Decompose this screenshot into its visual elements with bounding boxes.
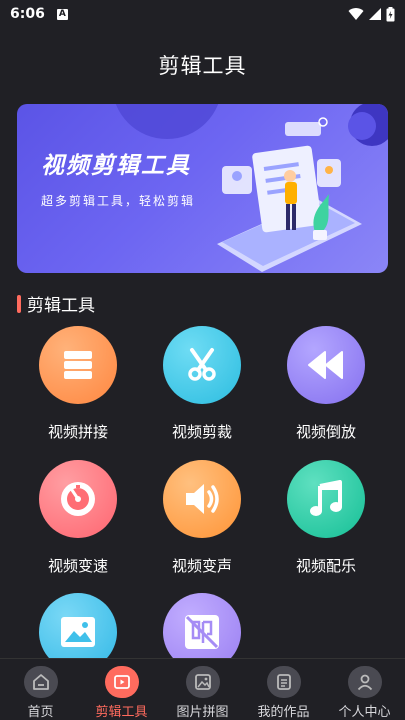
tab-icon-bg	[185, 666, 220, 698]
signal-icon	[369, 8, 381, 20]
list-icon	[64, 351, 92, 379]
home-icon	[32, 674, 49, 690]
status-bar: 6:06 A	[0, 0, 405, 28]
tool-icon-bg	[163, 326, 241, 404]
tool-video-music[interactable]: 视频配乐	[264, 460, 388, 576]
image-icon	[194, 674, 211, 690]
tool-label: 视频配乐	[295, 557, 356, 575]
status-time: 6:06	[10, 6, 45, 22]
bottom-tab-bar: 首页 剪辑工具 图片拼图 我的作品 个人中心	[0, 658, 405, 720]
tab-icon-bg	[347, 666, 382, 698]
notification-icon: A	[56, 8, 68, 20]
tool-icon-bg	[163, 460, 241, 538]
watermark-icon	[185, 615, 219, 649]
video-icon	[113, 675, 130, 689]
tab-icon-bg	[266, 666, 301, 698]
tab-profile[interactable]: 个人中心	[324, 659, 405, 720]
banner-title: 视频剪辑工具	[41, 153, 191, 179]
tab-icon-bg	[104, 666, 139, 698]
banner-subtitle: 超多剪辑工具，轻松剪辑	[41, 194, 196, 208]
banner[interactable]: 视频剪辑工具 超多剪辑工具，轻松剪辑	[17, 104, 388, 273]
speedometer-icon	[61, 482, 95, 516]
tool-icon-bg	[287, 460, 365, 538]
tab-label: 剪辑工具	[95, 705, 148, 720]
image-icon	[61, 617, 95, 647]
tab-label: 首页	[27, 705, 54, 720]
section-accent-bar	[17, 294, 21, 313]
tool-icon-bg	[287, 326, 365, 404]
tab-edit-tools[interactable]: 剪辑工具	[81, 659, 162, 720]
tab-home[interactable]: 首页	[0, 659, 81, 720]
document-icon	[276, 674, 291, 690]
speaker-icon	[186, 484, 219, 514]
wifi-icon	[348, 8, 364, 20]
tab-image-collage[interactable]: 图片拼图	[162, 659, 243, 720]
tab-my-works[interactable]: 我的作品	[243, 659, 324, 720]
tool-label: 视频变声	[171, 557, 232, 575]
tool-video-crop[interactable]: 视频剪裁	[140, 326, 264, 442]
scissors-icon	[188, 348, 216, 381]
rewind-icon	[308, 351, 343, 379]
tool-video-join[interactable]: 视频拼接	[16, 326, 140, 442]
tool-label: 视频变速	[47, 557, 108, 575]
battery-icon	[386, 6, 395, 21]
tool-label: 视频拼接	[47, 423, 108, 441]
music-note-icon	[310, 480, 342, 516]
tool-label: 视频剪裁	[171, 423, 232, 441]
status-indicators	[348, 6, 395, 22]
tab-label: 我的作品	[257, 705, 310, 720]
tab-label: 个人中心	[338, 705, 391, 720]
section-header: 剪辑工具	[17, 291, 95, 316]
page-title: 剪辑工具	[158, 54, 247, 78]
tab-icon-bg	[23, 666, 58, 698]
tool-icon-bg	[39, 326, 117, 404]
tool-video-voice[interactable]: 视频变声	[140, 460, 264, 576]
tool-video-reverse[interactable]: 视频倒放	[264, 326, 388, 442]
section-title: 剪辑工具	[27, 296, 95, 316]
tool-video-speed[interactable]: 视频变速	[16, 460, 140, 576]
tool-label: 视频倒放	[295, 423, 356, 441]
banner-illustration	[115, 104, 388, 272]
tab-label: 图片拼图	[176, 705, 229, 720]
tool-icon-bg	[39, 460, 117, 538]
user-icon	[357, 674, 372, 691]
